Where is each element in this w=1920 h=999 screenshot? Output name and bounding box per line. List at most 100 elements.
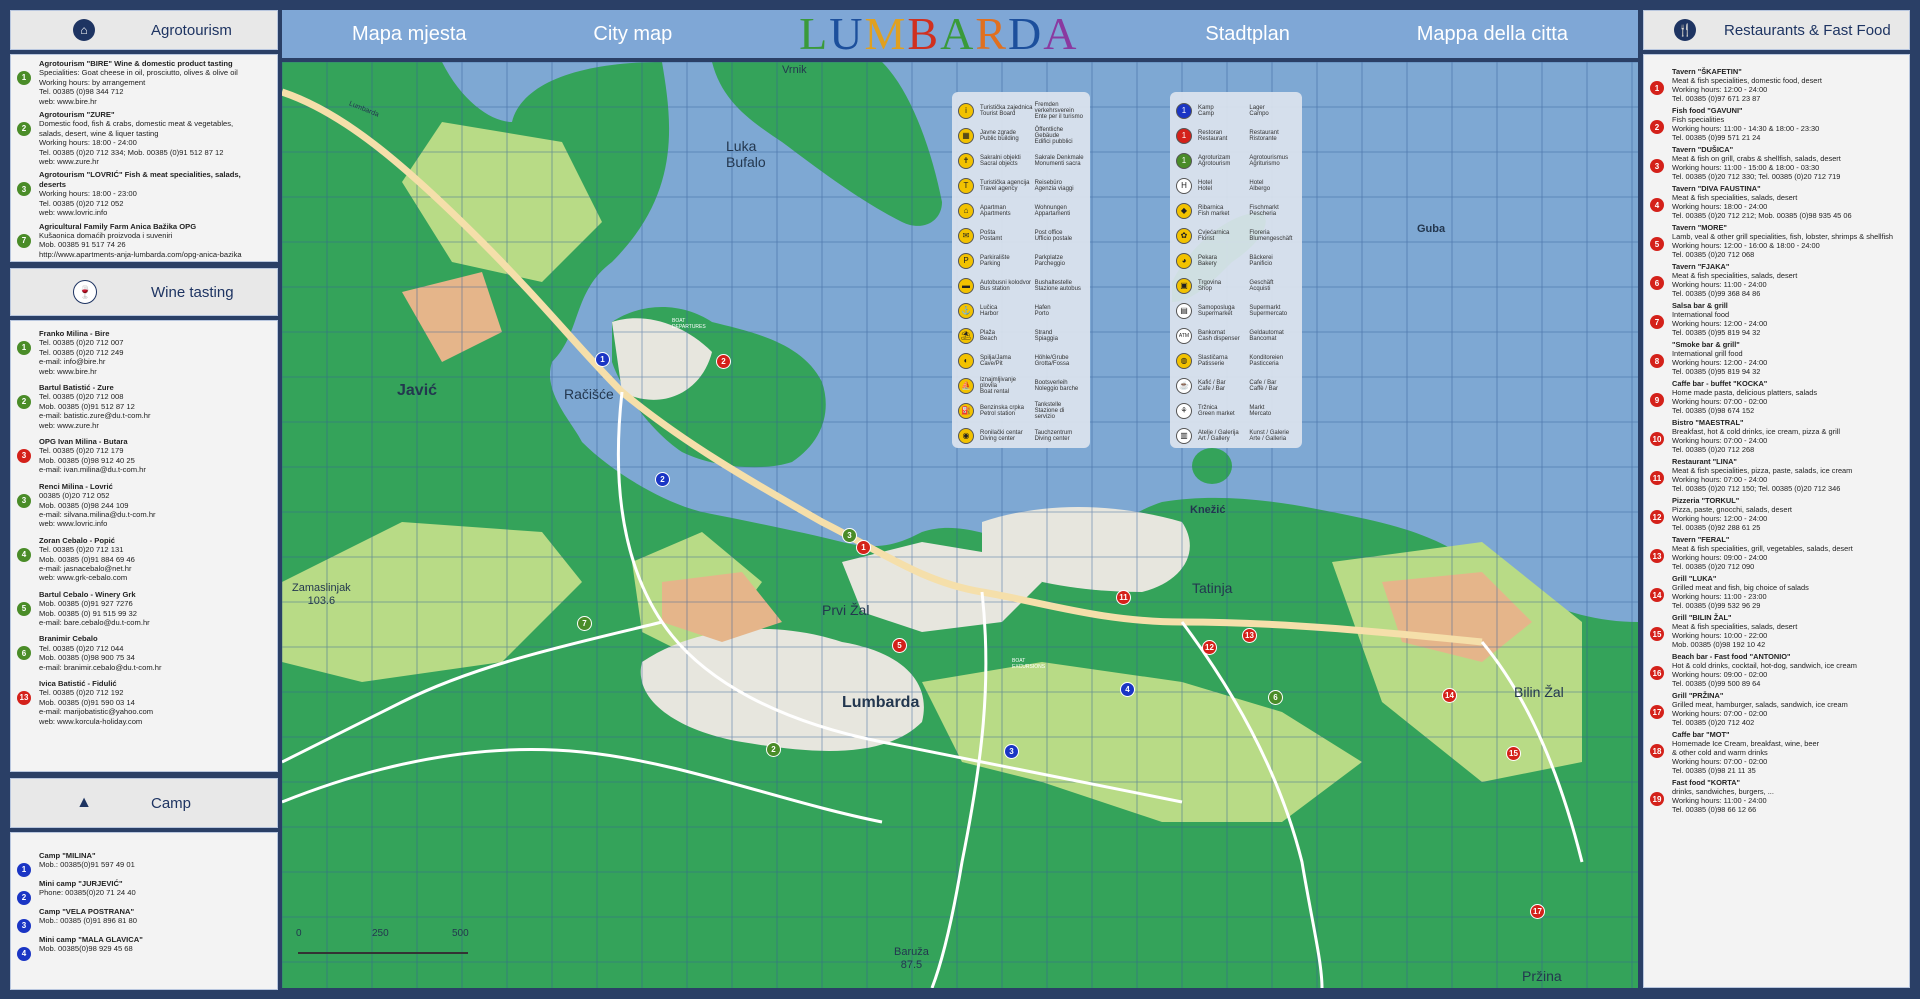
logo-letter: M xyxy=(864,8,908,59)
agro-marker-6[interactable]: 6 xyxy=(1268,690,1283,705)
entry-text: Mini camp "MALA GLAVICA" Mob. 00385(0)98 … xyxy=(39,935,143,961)
entry-line: Working hours: 11:00 - 23:00 xyxy=(1672,592,1767,601)
entry-line: Tel. 00385 (0)98 21 11 35 xyxy=(1672,766,1756,775)
place-bilin-zal: Bilin Žal xyxy=(1514,684,1564,700)
agrotourism-title: Agrotourism xyxy=(151,21,232,39)
entry-title: Restaurant "LINA" xyxy=(1672,457,1737,466)
legend-icon: ⛵ xyxy=(958,377,974,394)
list-item: 7 Agricultural Family Farm Anica Bažika O… xyxy=(17,222,269,260)
legend-text: Samoposluga Supermarket xyxy=(1198,305,1249,317)
entry-line: Tel. 00385 (0)98 344 712 xyxy=(39,87,124,97)
number-badge: 7 xyxy=(1650,315,1664,329)
agro-marker-7[interactable]: 7 xyxy=(577,616,592,631)
legend-row: ✿ Cvjećarnica Florist Floreria Blumengeschäf… xyxy=(1176,223,1296,248)
legend-line: Albergo xyxy=(1249,185,1271,192)
list-item: 12 Pizzeria "TORKUL" Pizza, paste, gnocchi… xyxy=(1650,496,1901,532)
city-map[interactable]: i Turistička zajednica Tourist Board Fremde… xyxy=(282,62,1638,988)
left-panel: ⌂ Agrotourism 1 Agrotourism "BIRE" Wine &… xyxy=(10,10,278,990)
entry-line: Specialities: Goat cheese in oil, prosci… xyxy=(39,68,238,78)
legend-text: Höhle/Grube Grotta/Fossa xyxy=(1035,355,1084,367)
restaurant-marker-13[interactable]: 13 xyxy=(1242,628,1257,643)
legend-text: Sakrale Denkmale Monumenti sacra xyxy=(1035,155,1084,167)
entry-line: web: www.zure.hr xyxy=(39,157,99,167)
entry-line: Tel. 00385 (0)97 671 23 87 xyxy=(1672,94,1761,103)
entry-line: Homemade Ice Cream, breakfast, wine, bee… xyxy=(1672,739,1820,748)
restaurant-marker-2[interactable]: 2 xyxy=(716,354,731,369)
restaurants-list: 1 Tavern "ŠKAFETIN" Meat & fish specialiti… xyxy=(1643,54,1910,988)
legend-text: Bootsverleih Noleggio barche xyxy=(1035,380,1084,392)
place-lumbarda: Lumbarda xyxy=(842,694,920,711)
entry-line: web: www.bire.hr xyxy=(39,96,97,106)
entry-line: Working hours: by arrangement xyxy=(39,77,146,87)
legend-line: Porto xyxy=(1034,310,1049,317)
legend-row: ⛽ Benzinska crpka Petrol station Tankstelle… xyxy=(958,398,1084,423)
legend-row: ▥ Atelje / Galerija Art / Gallery Kunst / G… xyxy=(1176,423,1296,448)
restaurant-marker-11[interactable]: 11 xyxy=(1116,590,1131,605)
place-knezic: Knežić xyxy=(1190,504,1226,516)
number-badge: 1 xyxy=(1650,81,1664,95)
scale-500: 500 xyxy=(452,928,469,939)
logo-letter: L xyxy=(799,8,830,59)
title-croatian: Mapa mjesta xyxy=(352,22,467,45)
legend-text: Agroturizam Agrotourism xyxy=(1198,155,1249,167)
entry-title: Agricultural Family Farm Anica Bažika OP… xyxy=(39,221,197,231)
legend-line: Parcheggio xyxy=(1034,260,1065,267)
legend-line: Sakrale Denkmale xyxy=(1034,154,1084,161)
legend-line: Cash dispenser xyxy=(1198,335,1240,342)
restaurant-marker-12[interactable]: 12 xyxy=(1202,640,1217,655)
camp-marker-3[interactable]: 3 xyxy=(1004,744,1019,759)
place-racisce: Račišće xyxy=(564,386,614,402)
legend-line: Appartamenti xyxy=(1034,210,1071,217)
boat-departures-label: BOAT DEPARTURES xyxy=(672,318,706,330)
entry-text: Grill "PRŽINA" Grilled meat, hamburger, s… xyxy=(1672,691,1848,727)
legend-text: Bushaltestelle Stazione autobus xyxy=(1035,280,1084,292)
legend-text: Fischmarkt Pescheria xyxy=(1249,205,1296,217)
legend-line: Caffè / Bar xyxy=(1249,385,1278,392)
entry-line: Tel. 00385 (0)99 500 89 64 xyxy=(1672,679,1761,688)
camp-marker-1[interactable]: 1 xyxy=(595,352,610,367)
legend-text: Kunst / Galerie Arte / Galleria xyxy=(1249,430,1296,442)
entry-line: Mob. 00385 (0)98 244 109 xyxy=(39,500,129,510)
entry-title: Grill "BILIN ŽAL" xyxy=(1672,613,1732,622)
number-badge: 11 xyxy=(1650,471,1664,485)
number-badge: 9 xyxy=(1650,393,1664,407)
agro-marker-2[interactable]: 2 xyxy=(766,742,781,757)
entry-title: Agrotourism "LOVRIĆ" Fish & meat special… xyxy=(39,170,241,189)
restaurant-marker-1[interactable]: 1 xyxy=(856,540,871,555)
restaurant-marker-14[interactable]: 14 xyxy=(1442,688,1457,703)
restaurant-marker-15[interactable]: 15 xyxy=(1506,746,1521,761)
legend-icon: ⌂ xyxy=(958,202,974,219)
number-badge: 2 xyxy=(17,395,31,410)
agro-marker-3[interactable]: 3 xyxy=(842,528,857,543)
legend-row: ▦ Javne zgrade Public building Öffentliche … xyxy=(958,123,1084,148)
legend-icon: ▥ xyxy=(1176,427,1192,444)
entry-text: Grill "LUKA" Grilled meat and fish, big c… xyxy=(1672,574,1809,610)
camp-marker-2[interactable]: 2 xyxy=(655,472,670,487)
legend-text: Hafen Porto xyxy=(1035,305,1084,317)
entry-line: Tel. 00385 (0)95 819 94 32 xyxy=(1672,328,1761,337)
entry-line: Tel. 00385 (0)20 712 334; Mob. 00385 (0)… xyxy=(39,147,224,157)
legend-icon: ATM xyxy=(1176,327,1192,344)
legend-line: Travel agency xyxy=(980,185,1018,192)
peak-name: Zamaslinjak xyxy=(292,582,351,594)
entry-text: Ivica Batistić - Fidulić Tel. 00385 (0)20… xyxy=(39,679,153,726)
entry-line: http://www.apartments-anja-lumbarda.com/… xyxy=(39,249,242,259)
number-badge: 4 xyxy=(17,547,31,562)
number-badge: 19 xyxy=(1650,792,1664,806)
entry-line: web: www.lovric.info xyxy=(39,519,108,529)
legend-line: Spiaggia xyxy=(1034,335,1058,342)
legend-text: Turistička agencija Travel agency xyxy=(980,180,1035,192)
entry-line: Working hours: 12:00 - 24:00 xyxy=(1672,514,1768,523)
camp-marker-4[interactable]: 4 xyxy=(1120,682,1135,697)
boat-excursions-label: BOAT EXCURSIONS xyxy=(1012,658,1045,670)
restaurant-marker-5[interactable]: 5 xyxy=(892,638,907,653)
entry-text: Caffe bar - buffet "KOCKA" Home made past… xyxy=(1672,379,1817,415)
restaurant-marker-17[interactable]: 17 xyxy=(1530,904,1545,919)
legend-text: Cvjećarnica Florist xyxy=(1198,230,1249,242)
entry-line: Tel. 00385 (0)20 712 008 xyxy=(39,392,124,402)
entry-title: Franko Milina - Bire xyxy=(39,329,110,338)
legend-row: ✝ Sakralni objekti Sacral objects Sakrale D… xyxy=(958,148,1084,173)
place-bufalo-label: Bufalo xyxy=(726,154,766,170)
cutlery-icon: 🍴 xyxy=(1674,19,1696,41)
list-item: 3 Tavern "DUŠICA" Meat & fish on grill, cr… xyxy=(1650,145,1901,181)
